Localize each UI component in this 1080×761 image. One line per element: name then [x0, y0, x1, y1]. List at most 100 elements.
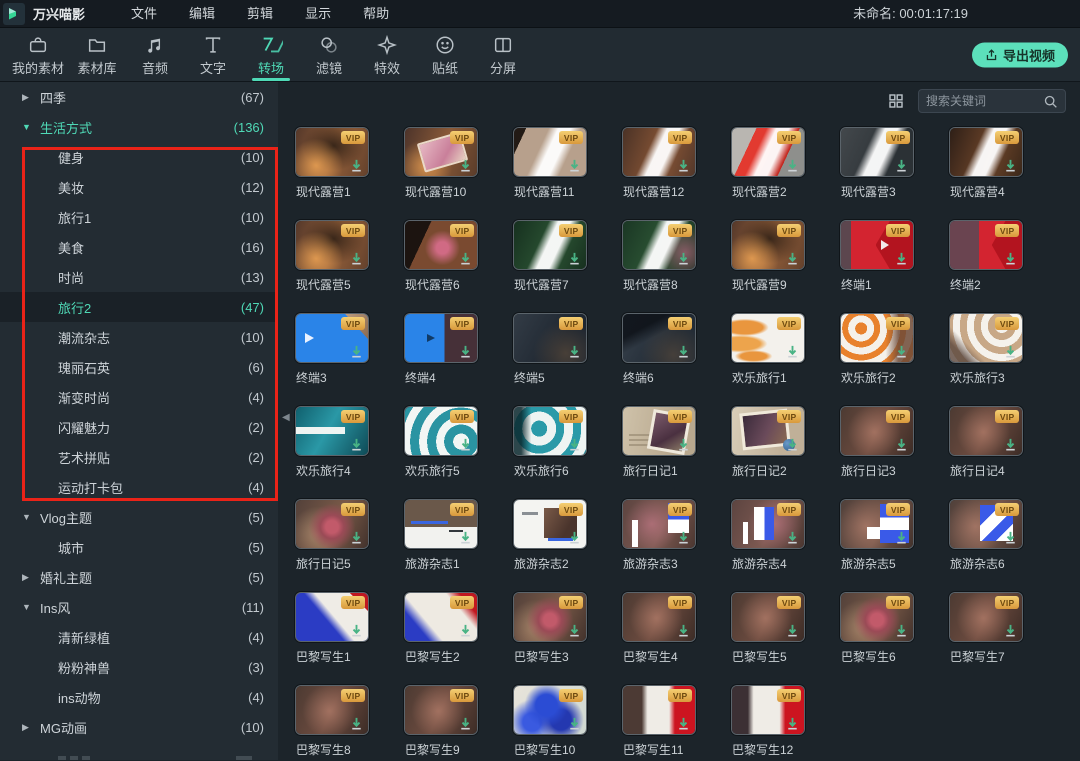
download-icon[interactable]	[567, 623, 582, 638]
sidebar-item-Ins风[interactable]: ▼ Ins风 (11)	[0, 592, 278, 622]
transition-thumbnail-旅游杂志5[interactable]: VIP	[841, 500, 913, 548]
tab-素材库[interactable]: 素材库	[68, 28, 126, 81]
download-icon[interactable]	[894, 158, 909, 173]
transition-thumbnail-巴黎写生8[interactable]: VIP	[296, 686, 368, 734]
download-icon[interactable]	[349, 158, 364, 173]
download-icon[interactable]	[349, 344, 364, 359]
download-icon[interactable]	[676, 344, 691, 359]
transition-thumbnail-现代露营12[interactable]: VIP	[623, 128, 695, 176]
download-icon[interactable]	[785, 623, 800, 638]
sidebar-item-婚礼主题[interactable]: ▶ 婚礼主题 (5)	[0, 562, 278, 592]
download-icon[interactable]	[676, 623, 691, 638]
sidebar-item-美食[interactable]: 美食 (16)	[0, 232, 278, 262]
sidebar-item-粉粉神兽[interactable]: 粉粉神兽 (3)	[0, 652, 278, 682]
download-icon[interactable]	[785, 344, 800, 359]
download-icon[interactable]	[785, 158, 800, 173]
sidebar-item-Vlog主题[interactable]: ▼ Vlog主题 (5)	[0, 502, 278, 532]
tab-贴纸[interactable]: 贴纸	[416, 28, 474, 81]
download-icon[interactable]	[1003, 158, 1018, 173]
download-icon[interactable]	[567, 158, 582, 173]
transition-thumbnail-现代露营1[interactable]: VIP	[296, 128, 368, 176]
menu-item[interactable]: 剪辑	[231, 0, 289, 28]
transition-thumbnail-终端1[interactable]: VIP	[841, 221, 913, 269]
transition-thumbnail-现代露营9[interactable]: VIP	[732, 221, 804, 269]
download-icon[interactable]	[458, 623, 473, 638]
transition-thumbnail-旅行日记5[interactable]: VIP	[296, 500, 368, 548]
transition-thumbnail-现代露营5[interactable]: VIP	[296, 221, 368, 269]
tab-分屏[interactable]: 分屏	[474, 28, 532, 81]
chevron-down-icon[interactable]: ▼	[22, 512, 40, 522]
transition-thumbnail-巴黎写生1[interactable]: VIP	[296, 593, 368, 641]
sidebar-item-运动打卡包[interactable]: 运动打卡包 (4)	[0, 472, 278, 502]
download-icon[interactable]	[1003, 344, 1018, 359]
download-icon[interactable]	[894, 251, 909, 266]
tab-文字[interactable]: 文字	[184, 28, 242, 81]
transition-thumbnail-巴黎写生3[interactable]: VIP	[514, 593, 586, 641]
transition-thumbnail-终端2[interactable]: VIP	[950, 221, 1022, 269]
tab-转场[interactable]: 转场	[242, 28, 300, 81]
chevron-down-icon[interactable]: ▼	[22, 602, 40, 612]
transition-thumbnail-旅行日记2[interactable]: VIP	[732, 407, 804, 455]
transition-thumbnail-巴黎写生6[interactable]: VIP	[841, 593, 913, 641]
sidebar-item-闪耀魅力[interactable]: 闪耀魅力 (2)	[0, 412, 278, 442]
download-icon[interactable]	[458, 158, 473, 173]
transition-thumbnail-终端6[interactable]: VIP	[623, 314, 695, 362]
export-video-button[interactable]: 导出视频	[971, 42, 1068, 67]
chevron-down-icon[interactable]: ▼	[22, 122, 40, 132]
download-icon[interactable]	[1003, 623, 1018, 638]
download-icon[interactable]	[567, 344, 582, 359]
tab-滤镜[interactable]: 滤镜	[300, 28, 358, 81]
transition-thumbnail-现代露营11[interactable]: VIP	[514, 128, 586, 176]
sidebar-item-瑰丽石英[interactable]: 瑰丽石英 (6)	[0, 352, 278, 382]
transition-thumbnail-现代露营3[interactable]: VIP	[841, 128, 913, 176]
transition-thumbnail-巴黎写生10[interactable]: VIP	[514, 686, 586, 734]
download-icon[interactable]	[349, 530, 364, 545]
sidebar-item-健身[interactable]: 健身 (10)	[0, 142, 278, 172]
transition-thumbnail-欢乐旅行6[interactable]: VIP	[514, 407, 586, 455]
transition-thumbnail-旅游杂志4[interactable]: VIP	[732, 500, 804, 548]
transition-thumbnail-现代露营7[interactable]: VIP	[514, 221, 586, 269]
transition-thumbnail-现代露营8[interactable]: VIP	[623, 221, 695, 269]
sidebar-item-潮流杂志[interactable]: 潮流杂志 (10)	[0, 322, 278, 352]
tab-音频[interactable]: 音频	[126, 28, 184, 81]
download-icon[interactable]	[676, 158, 691, 173]
transition-thumbnail-旅游杂志2[interactable]: VIP	[514, 500, 586, 548]
download-icon[interactable]	[567, 716, 582, 731]
sidebar-item-MG动画[interactable]: ▶ MG动画 (10)	[0, 712, 278, 742]
download-icon[interactable]	[676, 530, 691, 545]
transition-thumbnail-欢乐旅行1[interactable]: VIP	[732, 314, 804, 362]
transition-thumbnail-旅行日记4[interactable]: VIP	[950, 407, 1022, 455]
tab-我的素材[interactable]: 我的素材	[8, 28, 68, 81]
grid-view-icon[interactable]	[888, 93, 904, 109]
sidebar-item-旅行1[interactable]: 旅行1 (10)	[0, 202, 278, 232]
download-icon[interactable]	[785, 530, 800, 545]
transition-thumbnail-现代露营4[interactable]: VIP	[950, 128, 1022, 176]
download-icon[interactable]	[349, 437, 364, 452]
download-icon[interactable]	[567, 251, 582, 266]
download-icon[interactable]	[785, 251, 800, 266]
sidebar-item-时尚[interactable]: 时尚 (13)	[0, 262, 278, 292]
transition-thumbnail-巴黎写生5[interactable]: VIP	[732, 593, 804, 641]
sidebar-item-四季[interactable]: ▶ 四季 (67)	[0, 82, 278, 112]
sidebar-item-清新绿植[interactable]: 清新绿植 (4)	[0, 622, 278, 652]
transition-thumbnail-巴黎写生2[interactable]: VIP	[405, 593, 477, 641]
download-icon[interactable]	[785, 437, 800, 452]
app-logo-icon[interactable]	[3, 2, 25, 25]
transition-thumbnail-巴黎写生12[interactable]: VIP	[732, 686, 804, 734]
sidebar-item-ins动物[interactable]: ins动物 (4)	[0, 682, 278, 712]
sidebar-item-生活方式[interactable]: ▼ 生活方式 (136)	[0, 112, 278, 142]
chevron-right-icon[interactable]: ▶	[22, 92, 40, 103]
download-icon[interactable]	[567, 530, 582, 545]
menu-item[interactable]: 显示	[289, 0, 347, 28]
transition-thumbnail-终端3[interactable]: VIP	[296, 314, 368, 362]
menu-item[interactable]: 帮助	[347, 0, 405, 28]
download-icon[interactable]	[785, 716, 800, 731]
download-icon[interactable]	[676, 251, 691, 266]
search-input[interactable]	[926, 94, 1043, 108]
download-icon[interactable]	[458, 251, 473, 266]
transition-thumbnail-现代露营2[interactable]: VIP	[732, 128, 804, 176]
transition-thumbnail-旅游杂志1[interactable]: VIP	[405, 500, 477, 548]
download-icon[interactable]	[458, 344, 473, 359]
sidebar-item-渐变时尚[interactable]: 渐变时尚 (4)	[0, 382, 278, 412]
transition-thumbnail-现代露营10[interactable]: VIP	[405, 128, 477, 176]
